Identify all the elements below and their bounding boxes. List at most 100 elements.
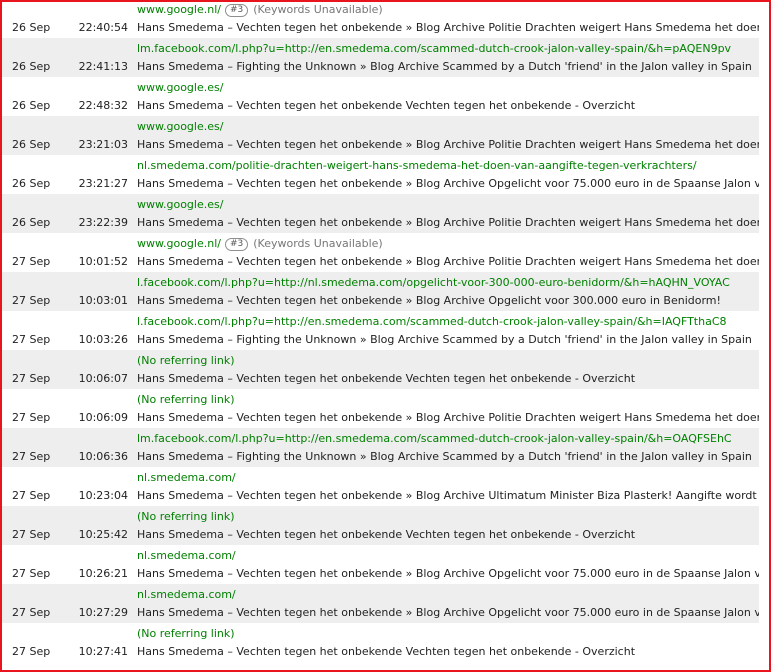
rank-badge: #3 <box>224 4 249 17</box>
referring-link: (No referring link) <box>137 510 235 523</box>
referring-link-line: l.facebook.com/l.php?u=http://nl.smedema… <box>137 276 730 289</box>
referrer-row: 26 Sep 22:40:54 www.google.nl/#3 (Keywords … <box>2 2 761 38</box>
visit-time: 10:27:29 <box>78 606 128 619</box>
referring-link-line: lm.facebook.com/l.php?u=http://en.smedem… <box>137 432 732 445</box>
page-title[interactable]: Hans Smedema – Vechten tegen het onbeken… <box>137 606 761 619</box>
page-title[interactable]: Hans Smedema – Fighting the Unknown » Bl… <box>137 450 752 463</box>
referring-link[interactable]: nl.smedema.com/ <box>137 588 236 601</box>
page-title[interactable]: Hans Smedema – Vechten tegen het onbeken… <box>137 645 635 658</box>
referring-link: (No referring link) <box>137 627 235 640</box>
referrer-row: 27 Sep 10:01:52 www.google.nl/#3 (Keywords … <box>2 233 761 272</box>
keywords-note: (Keywords Unavailable) <box>253 3 383 16</box>
referrer-row: 26 Sep 23:22:39 www.google.es/Hans Smedema… <box>2 194 761 233</box>
page-title[interactable]: Hans Smedema – Vechten tegen het onbeken… <box>137 294 721 307</box>
visit-date: 26 Sep <box>12 177 51 190</box>
referring-link: (No referring link) <box>137 354 235 367</box>
visit-time: 22:40:54 <box>78 21 128 34</box>
referring-link[interactable]: www.google.es/ <box>137 81 223 94</box>
referrer-row: 27 Sep 10:03:01 l.facebook.com/l.php?u=htt… <box>2 272 761 311</box>
referrer-row: 27 Sep 10:27:41 (No referring link) Hans Sm… <box>2 623 761 662</box>
referrer-row: 27 Sep 10:06:09 (No referring link) Hans Sm… <box>2 389 761 428</box>
referring-link[interactable]: nl.smedema.com/ <box>137 471 236 484</box>
referring-link[interactable]: lm.facebook.com/l.php?u=http://en.smedem… <box>137 42 731 55</box>
referring-link[interactable]: l.facebook.com/l.php?u=http://nl.smedema… <box>137 276 730 289</box>
keywords-note: (Keywords Unavailable) <box>253 237 383 250</box>
page-title[interactable]: Hans Smedema – Vechten tegen het onbeken… <box>137 216 761 229</box>
scrollbar[interactable] <box>759 2 769 670</box>
referring-link[interactable]: lm.facebook.com/l.php?u=http://en.smedem… <box>137 432 732 445</box>
visit-date: 27 Sep <box>12 489 51 502</box>
referring-link-line: (No referring link) <box>137 354 235 367</box>
referring-link[interactable]: nl.smedema.com/politie-drachten-weigert-… <box>137 159 697 172</box>
referring-link-line: nl.smedema.com/ <box>137 471 236 484</box>
referring-link-line: www.google.nl/#3 (Keywords Unavailable) <box>137 237 383 251</box>
page-title[interactable]: Hans Smedema – Vechten tegen het onbeken… <box>137 255 761 268</box>
referrer-row: 26 Sep 23:21:27 nl.smedema.com/politie-dra… <box>2 155 761 194</box>
referring-link-line: www.google.es/ <box>137 198 223 211</box>
referrer-row: 27 Sep 10:03:26 l.facebook.com/l.php?u=htt… <box>2 311 761 350</box>
referrer-row: 27 Sep 10:23:04 nl.smedema.com/Hans Smedem… <box>2 467 761 506</box>
visit-time: 10:06:36 <box>78 450 128 463</box>
visit-time: 10:03:01 <box>78 294 128 307</box>
referring-link-line: nl.smedema.com/ <box>137 549 236 562</box>
visit-time: 23:22:39 <box>78 216 128 229</box>
referring-link-line: (No referring link) <box>137 510 235 523</box>
visit-time: 10:26:21 <box>78 567 128 580</box>
referrer-list: 26 Sep 22:40:54 www.google.nl/#3 (Keywords … <box>2 2 761 662</box>
visit-date: 26 Sep <box>12 60 51 73</box>
referring-link-line: l.facebook.com/l.php?u=http://en.smedema… <box>137 315 727 328</box>
referring-link[interactable]: www.google.nl/ <box>137 3 221 16</box>
referrer-log-window: 26 Sep 22:40:54 www.google.nl/#3 (Keywords … <box>0 0 771 672</box>
visit-date: 27 Sep <box>12 606 51 619</box>
visit-date: 27 Sep <box>12 450 51 463</box>
page-title[interactable]: Hans Smedema – Vechten tegen het onbeken… <box>137 411 761 424</box>
referring-link[interactable]: nl.smedema.com/ <box>137 549 236 562</box>
visit-date: 27 Sep <box>12 372 51 385</box>
visit-date: 27 Sep <box>12 255 51 268</box>
referring-link-line: www.google.es/ <box>137 120 223 133</box>
page-title[interactable]: Hans Smedema – Vechten tegen het onbeken… <box>137 528 635 541</box>
visit-time: 10:01:52 <box>78 255 128 268</box>
page-title[interactable]: Hans Smedema – Vechten tegen het onbeken… <box>137 21 761 34</box>
referrer-row: 27 Sep 10:27:29 nl.smedema.com/Hans Smedem… <box>2 584 761 623</box>
page-title[interactable]: Hans Smedema – Fighting the Unknown » Bl… <box>137 333 752 346</box>
visit-time: 10:25:42 <box>78 528 128 541</box>
referrer-row: 26 Sep 23:21:03 www.google.es/Hans Smedema… <box>2 116 761 155</box>
page-title[interactable]: Hans Smedema – Vechten tegen het onbeken… <box>137 567 761 580</box>
page-title[interactable]: Hans Smedema – Vechten tegen het onbeken… <box>137 489 761 502</box>
referrer-row: 26 Sep 22:48:32 www.google.es/Hans Smedema… <box>2 77 761 116</box>
page-title[interactable]: Hans Smedema – Vechten tegen het onbeken… <box>137 177 761 190</box>
referring-link[interactable]: www.google.nl/ <box>137 237 221 250</box>
page-title[interactable]: Hans Smedema – Vechten tegen het onbeken… <box>137 99 635 112</box>
referrer-row: 26 Sep 22:41:13 lm.facebook.com/l.php?u=ht… <box>2 38 761 77</box>
referring-link-line: (No referring link) <box>137 627 235 640</box>
referring-link[interactable]: www.google.es/ <box>137 120 223 133</box>
visit-date: 26 Sep <box>12 138 51 151</box>
visit-time: 23:21:03 <box>78 138 128 151</box>
rank-badge: #3 <box>224 238 249 251</box>
visit-date: 26 Sep <box>12 21 51 34</box>
visit-date: 27 Sep <box>12 528 51 541</box>
referring-link-line: www.google.nl/#3 (Keywords Unavailable) <box>137 3 383 17</box>
page-title[interactable]: Hans Smedema – Vechten tegen het onbeken… <box>137 138 761 151</box>
visit-time: 10:27:41 <box>78 645 128 658</box>
visit-date: 26 Sep <box>12 216 51 229</box>
page-title[interactable]: Hans Smedema – Fighting the Unknown » Bl… <box>137 60 752 73</box>
visit-date: 27 Sep <box>12 645 51 658</box>
referring-link-line: nl.smedema.com/politie-drachten-weigert-… <box>137 159 697 172</box>
visit-time: 10:03:26 <box>78 333 128 346</box>
visit-time: 10:06:09 <box>78 411 128 424</box>
referrer-row: 27 Sep 10:06:36 lm.facebook.com/l.php?u=ht… <box>2 428 761 467</box>
visit-time: 22:41:13 <box>78 60 128 73</box>
referring-link[interactable]: www.google.es/ <box>137 198 223 211</box>
visit-date: 27 Sep <box>12 294 51 307</box>
referring-link[interactable]: l.facebook.com/l.php?u=http://en.smedema… <box>137 315 727 328</box>
visit-date: 27 Sep <box>12 567 51 580</box>
page-title[interactable]: Hans Smedema – Vechten tegen het onbeken… <box>137 372 635 385</box>
visit-time: 10:23:04 <box>78 489 128 502</box>
referring-link-line: nl.smedema.com/ <box>137 588 236 601</box>
visit-time: 10:06:07 <box>78 372 128 385</box>
referrer-row: 27 Sep 10:06:07 (No referring link) Hans Sm… <box>2 350 761 389</box>
referring-link-line: (No referring link) <box>137 393 235 406</box>
referrer-row: 27 Sep 10:26:21 nl.smedema.com/Hans Smedem… <box>2 545 761 584</box>
